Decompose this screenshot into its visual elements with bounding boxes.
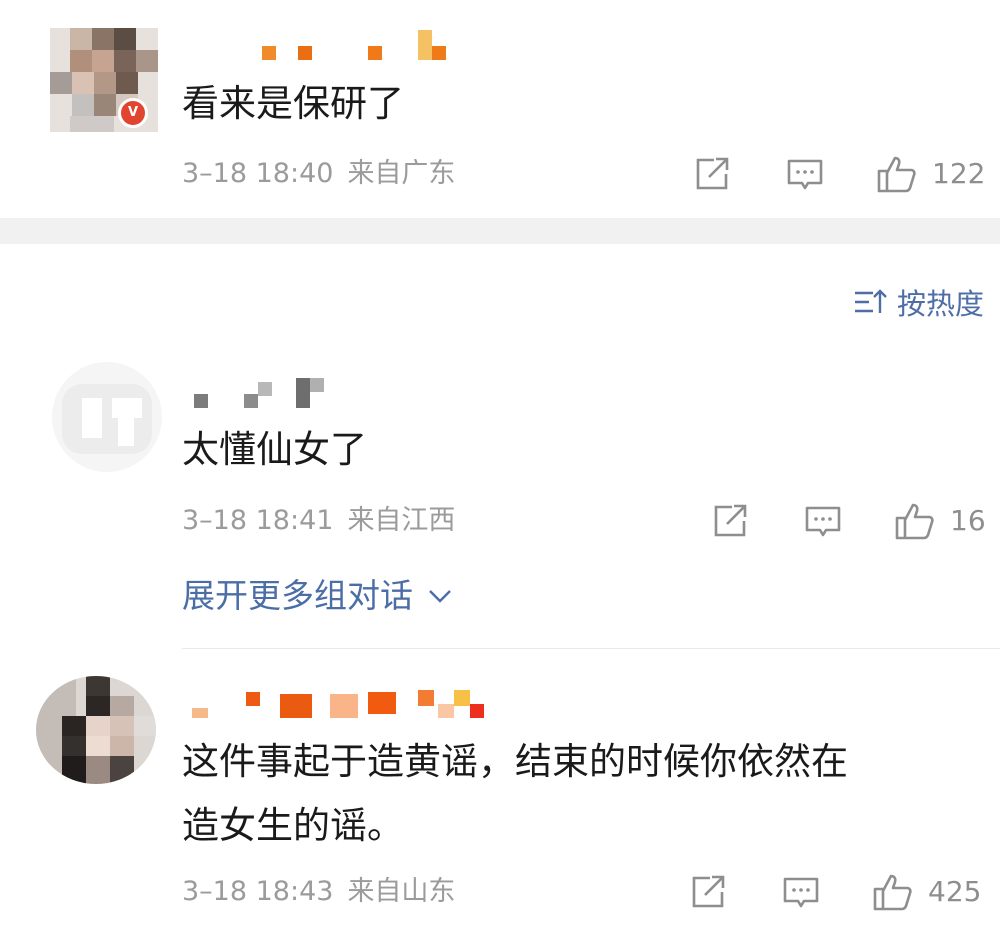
share-icon[interactable] xyxy=(712,503,750,539)
comment-date: 3–18 18:41 xyxy=(182,505,334,536)
comment-date: 3–18 18:40 xyxy=(182,158,334,189)
like-count: 425 xyxy=(928,875,982,908)
chevron-down-icon xyxy=(429,590,451,603)
thumbs-up-icon[interactable] xyxy=(894,501,936,541)
share-icon[interactable] xyxy=(690,874,728,910)
comment-meta: 3–18 18:41 来自江西 xyxy=(182,503,455,539)
comment-icon[interactable] xyxy=(804,505,842,541)
username-masked[interactable] xyxy=(262,30,462,60)
comment-location: 来自江西 xyxy=(347,505,456,536)
comment-location: 来自山东 xyxy=(347,876,456,907)
comment-text: 看来是保研了 xyxy=(182,82,404,125)
comment-separator xyxy=(182,648,1000,649)
username-masked[interactable] xyxy=(194,378,344,408)
thumbs-up-icon[interactable] xyxy=(876,154,918,194)
comment-location: 来自广东 xyxy=(347,158,456,189)
comment-text: 太懂仙女了 xyxy=(182,428,367,471)
avatar[interactable] xyxy=(36,676,156,784)
expand-conversation-link[interactable]: 展开更多组对话 xyxy=(182,574,453,618)
comment-icon[interactable] xyxy=(786,158,824,194)
avatar[interactable] xyxy=(52,362,162,472)
share-icon[interactable] xyxy=(694,156,732,192)
like-count: 16 xyxy=(950,504,986,537)
section-divider xyxy=(0,218,1000,244)
comment-text-continued: 造女生的谣。 xyxy=(182,804,404,847)
comment-text: 这件事起于造黄谣，结束的时候你依然在 xyxy=(182,740,848,783)
like-count: 122 xyxy=(932,157,986,190)
comment-meta: 3–18 18:43 来自山东 xyxy=(182,874,455,910)
comment-date: 3–18 18:43 xyxy=(182,876,334,907)
comment-meta: 3–18 18:40 来自广东 xyxy=(182,156,455,192)
comment-icon[interactable] xyxy=(782,876,820,912)
username-masked[interactable] xyxy=(192,690,492,720)
sort-toggle[interactable]: 按热度 xyxy=(853,282,984,322)
verified-badge-icon: V xyxy=(118,98,148,128)
sort-icon xyxy=(854,289,887,313)
expand-label: 展开更多组对话 xyxy=(182,576,413,615)
thumbs-up-icon[interactable] xyxy=(872,872,914,912)
sort-label: 按热度 xyxy=(896,287,984,321)
